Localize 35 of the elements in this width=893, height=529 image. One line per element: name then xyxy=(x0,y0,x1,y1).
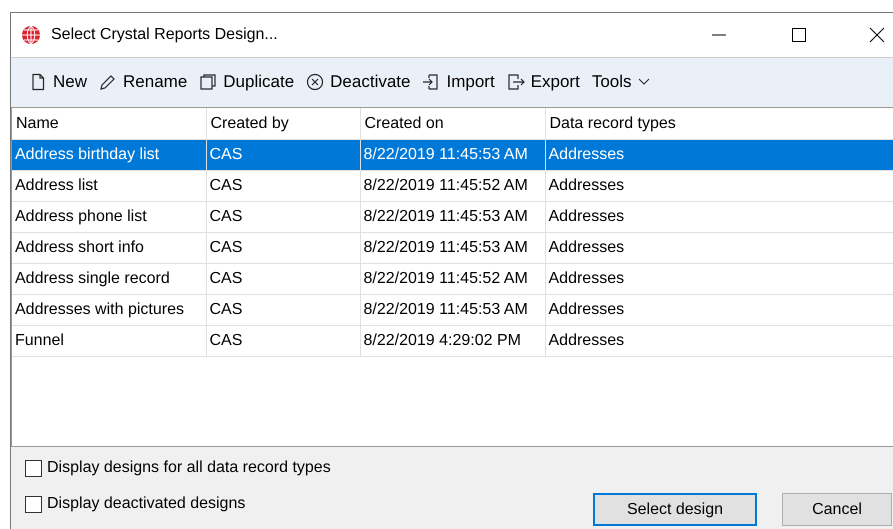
minimize-icon xyxy=(711,34,727,36)
checkbox-label: Display deactivated designs xyxy=(47,495,246,513)
table-row[interactable]: Address birthday list CAS 8/22/2019 11:45:53 AM Addresses xyxy=(12,140,893,170)
window-title: Select Crystal Reports Design... xyxy=(51,26,279,44)
menu-button[interactable]: Tools xyxy=(588,70,654,94)
cancel-button[interactable]: Cancel xyxy=(782,493,892,526)
import-icon xyxy=(422,73,440,91)
toolbar-button[interactable]: Deactivate xyxy=(302,70,414,94)
toolbar-button[interactable]: Duplicate xyxy=(195,70,298,94)
table-cell: 8/22/2019 4:29:02 PM xyxy=(360,326,545,356)
copy-icon xyxy=(199,73,218,91)
toolbar-button[interactable]: Export xyxy=(502,70,584,94)
toolbar-button[interactable]: New xyxy=(25,70,92,94)
chevron-down-icon xyxy=(638,78,650,86)
table-cell: Funnel xyxy=(12,326,206,356)
checkbox[interactable] xyxy=(25,496,42,512)
checkbox[interactable] xyxy=(25,460,42,476)
table-row[interactable]: Addresses with pictures CAS 8/22/2019 11:45:53 AM Addresses xyxy=(12,294,893,326)
export-icon xyxy=(506,73,525,91)
toolbar-button[interactable]: Import xyxy=(418,70,499,94)
globe-icon xyxy=(21,25,41,45)
table-row[interactable]: Address short info CAS 8/22/2019 11:45:53 AM Addresses xyxy=(12,232,893,264)
close-icon xyxy=(869,27,885,43)
table-row[interactable]: Address list CAS 8/22/2019 11:45:52 AM Addresses xyxy=(12,170,893,202)
table-cell: Addresses xyxy=(545,326,893,356)
checkbox-label: Display designs for all data record types xyxy=(47,459,331,477)
toolbar-button[interactable]: Rename xyxy=(95,70,192,94)
table-row[interactable]: Address single record CAS 8/22/2019 11:45:52 AM Addresses xyxy=(12,264,893,294)
circle-x-icon xyxy=(306,73,324,91)
table-row[interactable]: Funnel CAS 8/22/2019 4:29:02 PM Addresses xyxy=(12,326,893,356)
table-row[interactable]: Address phone list CAS 8/22/2019 11:45:53 AM Addresses xyxy=(12,202,893,232)
pencil-icon xyxy=(99,73,118,91)
table-cell: CAS xyxy=(206,326,360,356)
select-design-button[interactable]: Select design xyxy=(593,493,757,526)
maximize-icon xyxy=(791,27,807,43)
